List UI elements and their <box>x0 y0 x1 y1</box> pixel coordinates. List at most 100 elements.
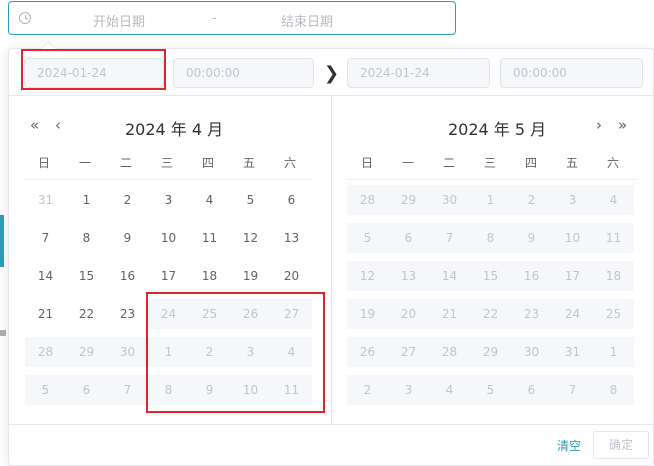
start-date-placeholder[interactable]: 开始日期 <box>93 11 145 30</box>
right-calendar-title: 2024 年 5 月 <box>448 120 547 139</box>
day-cell: 28 <box>25 337 66 367</box>
day-cell: 20 <box>388 299 429 329</box>
day-cell[interactable]: 18 <box>189 261 230 291</box>
day-cell[interactable]: 19 <box>230 261 271 291</box>
day-cell[interactable]: 11 <box>189 223 230 253</box>
day-cell[interactable]: 17 <box>148 261 189 291</box>
day-cell[interactable]: 1 <box>66 185 107 215</box>
chevron-right-icon: ❯ <box>324 63 340 84</box>
day-cell: 7 <box>429 223 470 253</box>
day-cell: 3 <box>388 375 429 405</box>
day-cell[interactable]: 12 <box>230 223 271 253</box>
day-cell: 5 <box>470 375 511 405</box>
day-cell: 27 <box>388 337 429 367</box>
range-separator: - <box>212 11 217 26</box>
highlight-box-disabled-dates <box>146 292 325 413</box>
day-cell[interactable]: 22 <box>66 299 107 329</box>
day-cell: 6 <box>511 375 552 405</box>
end-time-field[interactable]: 00:00:00 <box>500 58 643 88</box>
date-range-picker-panel: 2024-01-24 00:00:00 ❯ 2024-01-24 00:00:0… <box>8 40 654 466</box>
day-cell: 3 <box>552 185 593 215</box>
prev-year-button[interactable]: « <box>30 116 39 134</box>
day-cell[interactable]: 3 <box>148 185 189 215</box>
day-cell: 7 <box>107 375 148 405</box>
day-cell: 7 <box>552 375 593 405</box>
day-cell: 2 <box>511 185 552 215</box>
day-cell: 15 <box>470 261 511 291</box>
weekday-header: 三 <box>483 156 496 170</box>
day-cell: 29 <box>470 337 511 367</box>
calendar-divider <box>331 96 332 424</box>
day-cell[interactable]: 5 <box>230 185 271 215</box>
weekday-header: 五 <box>565 156 578 170</box>
weekday-header: 六 <box>283 156 296 170</box>
day-cell[interactable]: 20 <box>271 261 312 291</box>
left-calendar-title: 2024 年 4 月 <box>125 120 224 139</box>
day-cell[interactable]: 13 <box>271 223 312 253</box>
day-cell[interactable]: 23 <box>107 299 148 329</box>
day-cell: 30 <box>107 337 148 367</box>
end-date-field[interactable]: 2024-01-24 <box>347 58 490 88</box>
clock-icon <box>19 12 31 24</box>
weekday-header: 日 <box>360 156 373 170</box>
day-cell: 28 <box>429 337 470 367</box>
day-cell[interactable]: 16 <box>107 261 148 291</box>
weekday-header: 日 <box>37 156 50 170</box>
day-cell: 31 <box>552 337 593 367</box>
next-month-button[interactable]: › <box>596 116 602 134</box>
prev-month-button[interactable]: ‹ <box>55 116 61 134</box>
day-cell[interactable]: 31 <box>25 185 66 215</box>
day-cell: 2 <box>347 375 388 405</box>
day-cell: 4 <box>429 375 470 405</box>
day-cell: 17 <box>552 261 593 291</box>
background-edge-mark <box>0 330 6 336</box>
day-cell: 5 <box>347 223 388 253</box>
background-edge-accent <box>0 215 4 267</box>
weekday-header: 一 <box>401 156 414 170</box>
day-cell: 8 <box>593 375 634 405</box>
day-cell[interactable]: 9 <box>107 223 148 253</box>
picker-footer: 清空 确定 <box>9 424 653 465</box>
highlight-box-start-date <box>21 49 166 90</box>
day-cell: 30 <box>511 337 552 367</box>
end-date-placeholder[interactable]: 结束日期 <box>281 11 333 30</box>
day-cell[interactable]: 7 <box>25 223 66 253</box>
day-cell: 29 <box>66 337 107 367</box>
date-range-input[interactable]: 开始日期 - 结束日期 <box>8 1 456 35</box>
day-cell: 6 <box>66 375 107 405</box>
day-cell: 23 <box>511 299 552 329</box>
day-cell: 22 <box>470 299 511 329</box>
weekday-header: 三 <box>160 156 173 170</box>
day-cell[interactable]: 8 <box>66 223 107 253</box>
weekday-divider <box>347 179 637 180</box>
day-cell[interactable]: 4 <box>189 185 230 215</box>
day-cell[interactable]: 21 <box>25 299 66 329</box>
day-cell: 25 <box>593 299 634 329</box>
day-cell: 24 <box>552 299 593 329</box>
day-cell: 8 <box>470 223 511 253</box>
weekday-header: 四 <box>201 156 214 170</box>
clear-button[interactable]: 清空 <box>557 437 581 454</box>
day-cell[interactable]: 10 <box>148 223 189 253</box>
weekday-header: 四 <box>524 156 537 170</box>
day-cell: 5 <box>25 375 66 405</box>
day-cell: 16 <box>511 261 552 291</box>
weekday-header: 二 <box>119 156 132 170</box>
day-cell: 11 <box>593 223 634 253</box>
day-cell: 6 <box>388 223 429 253</box>
day-cell: 9 <box>511 223 552 253</box>
day-cell: 14 <box>429 261 470 291</box>
day-cell: 1 <box>593 337 634 367</box>
day-cell[interactable]: 6 <box>271 185 312 215</box>
next-year-button[interactable]: » <box>618 116 627 134</box>
weekday-header: 二 <box>442 156 455 170</box>
confirm-button[interactable]: 确定 <box>593 431 649 459</box>
day-cell[interactable]: 15 <box>66 261 107 291</box>
day-cell: 29 <box>388 185 429 215</box>
day-cell: 12 <box>347 261 388 291</box>
day-cell[interactable]: 2 <box>107 185 148 215</box>
weekday-header: 一 <box>78 156 91 170</box>
start-time-field[interactable]: 00:00:00 <box>173 58 314 88</box>
day-cell[interactable]: 14 <box>25 261 66 291</box>
weekday-header: 五 <box>242 156 255 170</box>
